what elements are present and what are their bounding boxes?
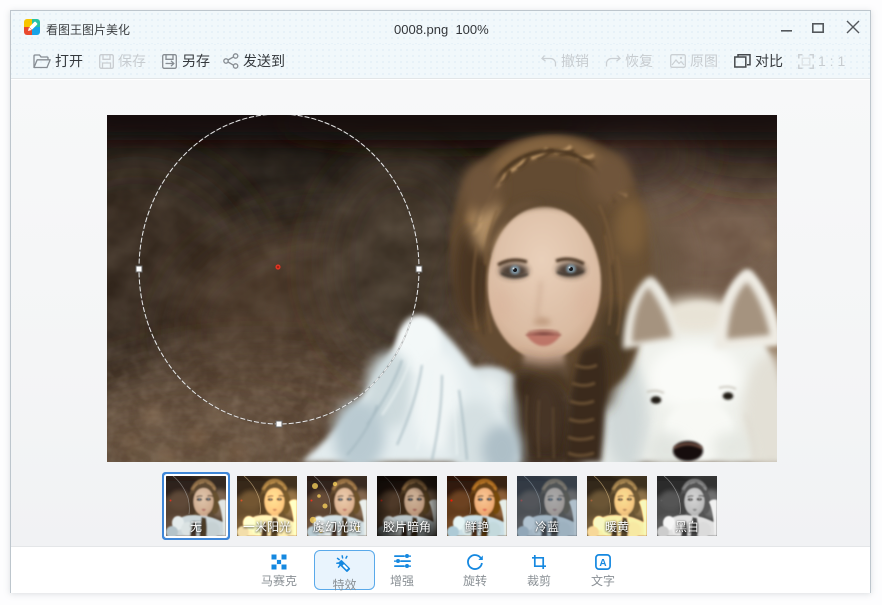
svg-text:A: A	[599, 558, 606, 569]
